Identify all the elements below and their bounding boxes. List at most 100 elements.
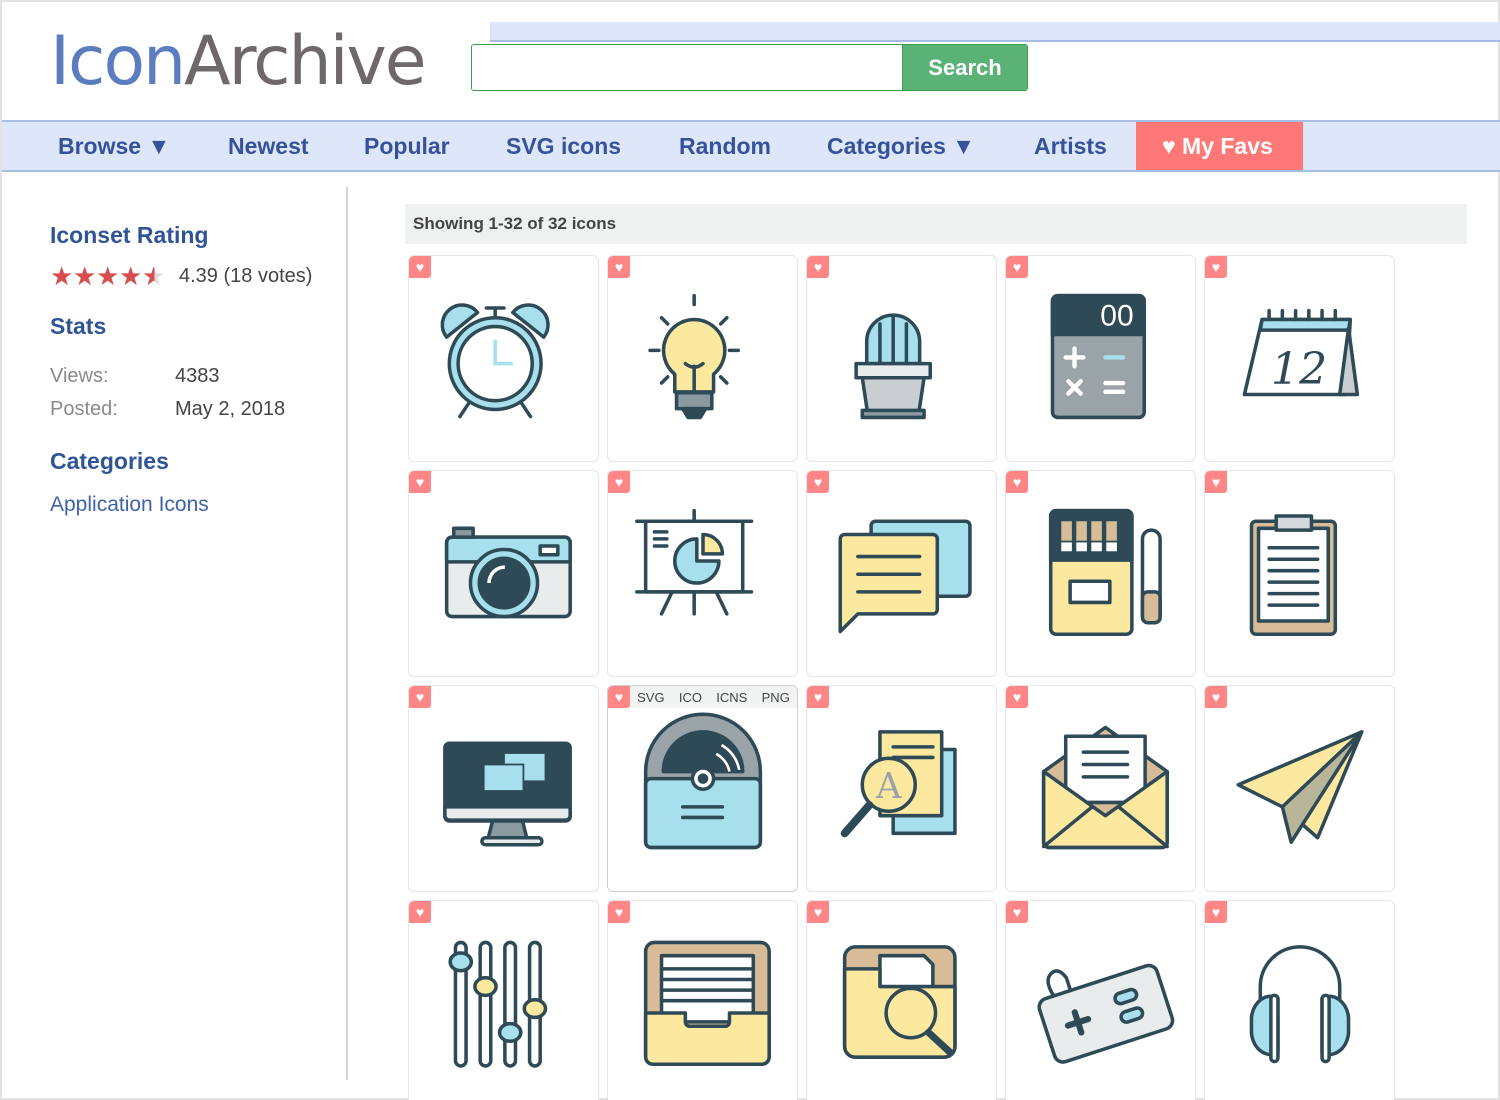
stats-label: Posted: <box>50 398 118 420</box>
icon-tile-camera[interactable]: ♥ <box>408 470 599 677</box>
nav-newest[interactable]: Newest <box>228 122 309 170</box>
add-favorite-heart-icon[interactable]: ♥ <box>1006 256 1028 278</box>
icon-tile-disk-drive[interactable]: ♥ SVG ICO ICNS PNG <box>607 685 798 892</box>
star-icon[interactable]: ★ <box>73 263 96 289</box>
icon-tile-desktop[interactable]: ♥ <box>408 685 599 892</box>
envelope-icon <box>1041 725 1169 850</box>
disk-drive-icon <box>643 712 763 850</box>
add-favorite-heart-icon[interactable]: ♥ <box>1006 686 1028 708</box>
icon-tile-envelope[interactable]: ♥ <box>1005 685 1196 892</box>
nav-artists[interactable]: Artists <box>1034 122 1107 170</box>
icon-tile-document-search[interactable]: ♥ A <box>806 685 997 892</box>
icon-tile-clipboard[interactable]: ♥ <box>1204 470 1395 677</box>
gamepad-icon <box>1037 963 1175 1064</box>
add-favorite-heart-icon[interactable]: ♥ <box>608 901 630 923</box>
presentation-icon <box>635 508 754 616</box>
rating-heading: Iconset Rating <box>50 222 209 248</box>
header-accent-strip <box>490 22 1500 42</box>
paper-plane-icon <box>1236 730 1364 844</box>
file-drawer-icon <box>643 940 771 1066</box>
rating-text: 4.39 (18 votes) <box>179 264 313 287</box>
add-favorite-heart-icon[interactable]: ♥ <box>1205 901 1227 923</box>
logo-archive-text: Archive <box>184 22 426 101</box>
rating-stars[interactable]: ★ ★ ★ ★ ★ <box>50 263 165 289</box>
stats-label: Views: <box>50 365 109 387</box>
add-favorite-heart-icon[interactable]: ♥ <box>807 901 829 923</box>
category-link[interactable]: Application Icons <box>50 493 350 517</box>
add-favorite-heart-icon[interactable]: ♥ <box>409 686 431 708</box>
download-svg-link[interactable]: SVG <box>637 690 664 705</box>
logo-icon-text: Icon <box>50 22 186 101</box>
stats-table: Views: 4383 Posted: May 2, 2018 <box>50 360 350 426</box>
search-input[interactable] <box>472 45 902 90</box>
add-favorite-heart-icon[interactable]: ♥ <box>807 686 829 708</box>
add-favorite-heart-icon[interactable]: ♥ <box>807 471 829 493</box>
add-favorite-heart-icon[interactable]: ♥ <box>608 471 630 493</box>
search-form: Search <box>471 44 1028 91</box>
icon-tile-folder-search[interactable]: ♥ <box>806 900 997 1100</box>
add-favorite-heart-icon[interactable]: ♥ <box>608 686 630 708</box>
add-favorite-heart-icon[interactable]: ♥ <box>1205 471 1227 493</box>
icon-tile-headphones[interactable]: ♥ <box>1204 900 1395 1100</box>
svg-text:00: 00 <box>1100 300 1133 333</box>
rating-row: ★ ★ ★ ★ ★ 4.39 (18 votes) <box>50 263 350 289</box>
light-bulb-icon <box>648 293 741 420</box>
icon-tile-equalizer[interactable]: ♥ <box>408 900 599 1100</box>
add-favorite-heart-icon[interactable]: ♥ <box>1006 901 1028 923</box>
icon-tile-light-bulb[interactable]: ♥ <box>607 255 798 462</box>
icon-tile-calculator[interactable]: ♥ 00 <box>1005 255 1196 462</box>
add-favorite-heart-icon[interactable]: ♥ <box>807 256 829 278</box>
icon-tile-calendar[interactable]: ♥ 12 <box>1204 255 1395 462</box>
desktop-icon <box>443 741 572 847</box>
cigarettes-icon <box>1048 508 1162 636</box>
icon-tile-chat-bubbles[interactable]: ♥ <box>806 470 997 677</box>
add-favorite-heart-icon[interactable]: ♥ <box>608 256 630 278</box>
clipboard-icon <box>1249 514 1338 636</box>
calendar-icon: 12 <box>1242 308 1360 397</box>
icon-tile-paper-plane[interactable]: ♥ <box>1204 685 1395 892</box>
search-button[interactable]: Search <box>902 45 1027 90</box>
svg-text:12: 12 <box>1271 344 1327 395</box>
nav-my-favs[interactable]: ♥ My Favs <box>1136 122 1303 170</box>
stats-row-posted: Posted: May 2, 2018 <box>50 393 350 426</box>
star-icon[interactable]: ★ <box>50 263 73 289</box>
download-ico-link[interactable]: ICO <box>679 690 702 705</box>
svg-text:A: A <box>875 766 902 807</box>
categories-heading: Categories <box>50 448 169 474</box>
icon-tile-alarm-clock[interactable]: ♥ <box>408 255 599 462</box>
star-icon[interactable]: ★ <box>119 263 142 289</box>
add-favorite-heart-icon[interactable]: ♥ <box>409 256 431 278</box>
download-png-link[interactable]: PNG <box>762 690 790 705</box>
alarm-clock-icon <box>440 303 550 419</box>
main-nav: Browse ▼ Newest Popular SVG icons Random… <box>2 120 1500 172</box>
nav-categories[interactable]: Categories ▼ <box>827 122 975 170</box>
icon-tile-file-drawer[interactable]: ♥ <box>607 900 798 1100</box>
folder-search-icon <box>842 945 957 1059</box>
site-logo[interactable]: IconArchive <box>50 28 427 96</box>
headphones-icon <box>1249 945 1351 1064</box>
nav-browse[interactable]: Browse ▼ <box>58 122 170 170</box>
add-favorite-heart-icon[interactable]: ♥ <box>409 901 431 923</box>
calculator-icon: 00 <box>1050 293 1146 420</box>
equalizer-icon <box>448 940 548 1068</box>
star-icon[interactable]: ★ <box>96 263 119 289</box>
nav-popular[interactable]: Popular <box>364 122 450 170</box>
add-favorite-heart-icon[interactable]: ♥ <box>1006 471 1028 493</box>
stats-value: May 2, 2018 <box>175 398 286 420</box>
star-icon[interactable]: ★ <box>142 263 165 289</box>
icon-tile-gamepad[interactable]: ♥ <box>1005 900 1196 1100</box>
nav-random[interactable]: Random <box>679 122 771 170</box>
download-icns-link[interactable]: ICNS <box>716 690 747 705</box>
add-favorite-heart-icon[interactable]: ♥ <box>1205 686 1227 708</box>
sidebar: Iconset Rating ★ ★ ★ ★ ★ 4.39 (18 votes) Sta… <box>50 222 350 517</box>
icon-tile-cactus[interactable]: ♥ <box>806 255 997 462</box>
nav-svg-icons[interactable]: SVG icons <box>506 122 621 170</box>
add-favorite-heart-icon[interactable]: ♥ <box>409 471 431 493</box>
icon-tile-cigarettes[interactable]: ♥ <box>1005 470 1196 677</box>
add-favorite-heart-icon[interactable]: ♥ <box>1205 256 1227 278</box>
stats-value: 4383 <box>175 365 220 387</box>
icon-tile-presentation[interactable]: ♥ <box>607 470 798 677</box>
camera-icon <box>444 526 572 619</box>
stats-row-views: Views: 4383 <box>50 360 350 393</box>
download-formats-bar: SVG ICO ICNS PNG <box>630 686 797 708</box>
